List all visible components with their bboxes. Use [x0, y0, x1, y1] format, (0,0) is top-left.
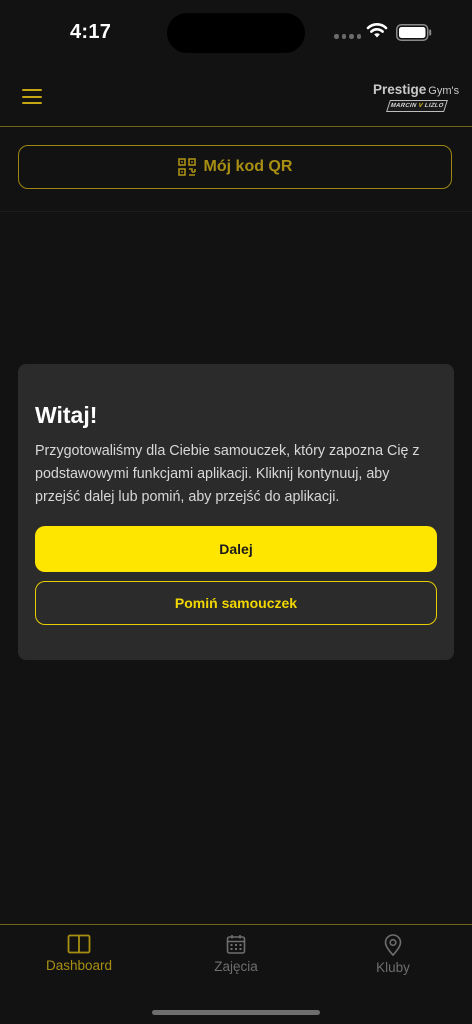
menu-button[interactable] — [20, 86, 46, 108]
signal-icon — [334, 34, 361, 39]
home-indicator — [152, 1010, 320, 1015]
logo-brand: Prestige — [373, 82, 427, 97]
tab-label: Dashboard — [45, 958, 113, 973]
hamburger-icon — [22, 89, 42, 92]
welcome-dialog: Witaj! Przygotowaliśmy dla Ciebie samouc… — [18, 364, 454, 660]
logo-sub-right: LIZLO — [421, 103, 445, 109]
dialog-title: Witaj! — [35, 402, 98, 428]
my-qr-code-button[interactable]: Mój kod QR — [18, 145, 452, 189]
tab-bar-divider — [0, 924, 472, 925]
book-open-icon — [67, 934, 91, 954]
calendar-icon — [226, 935, 246, 954]
hamburger-icon-line — [22, 102, 42, 105]
battery-icon — [396, 24, 432, 41]
tab-dashboard[interactable]: Dashboard — [19, 934, 139, 980]
brand-logo: Prestige Gym's MARCIN V LIZLO — [366, 80, 466, 116]
qr-code-icon — [177, 158, 196, 176]
next-button[interactable]: Dalej — [35, 526, 437, 572]
tab-label: Kluby — [376, 960, 410, 975]
logo-text: Prestige Gym's — [373, 82, 459, 97]
wifi-icon — [366, 23, 388, 38]
status-bar: 4:17 — [0, 0, 472, 64]
tab-classes[interactable]: Zajęcia — [176, 934, 296, 980]
dialog-body: Przygotowaliśmy dla Ciebie samouczek, kt… — [35, 443, 420, 505]
status-time: 4:17 — [70, 21, 112, 43]
logo-subtitle: MARCIN V LIZLO — [386, 100, 448, 112]
skip-tutorial-button[interactable]: Pomiń samouczek — [35, 581, 437, 625]
tab-clubs[interactable]: Kluby — [333, 934, 453, 980]
dynamic-island — [167, 13, 305, 53]
tab-label: Zajęcia — [214, 959, 258, 974]
logo-suffix: Gym's — [428, 85, 460, 97]
my-qr-code-label: Mój kod QR — [203, 158, 293, 175]
map-pin-icon — [384, 934, 402, 956]
logo-sub-left: MARCIN — [389, 103, 420, 109]
hamburger-icon-line — [22, 95, 42, 98]
